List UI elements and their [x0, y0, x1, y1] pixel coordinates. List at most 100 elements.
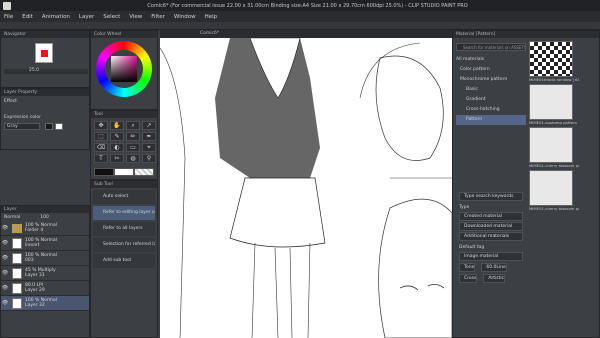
layer-name: Layer 31 — [25, 273, 45, 278]
menu-file[interactable]: File — [4, 14, 13, 20]
navigator-title: Navigator — [1, 31, 89, 38]
layer-name: Layer 32 — [25, 303, 45, 308]
eye-icon[interactable]: 👁 — [1, 270, 9, 276]
material-tree: All materials Color pattern Monochrome p… — [456, 55, 526, 125]
layer-thumbnail — [12, 282, 22, 294]
artistic-tag[interactable]: Artistic — [483, 274, 506, 283]
hand-tool-icon[interactable]: ✋ — [110, 121, 124, 130]
eye-icon[interactable]: 👁 — [1, 240, 9, 246]
eye-icon[interactable]: 👁 — [1, 300, 9, 306]
navigator-preview[interactable] — [35, 43, 53, 63]
tree-item-monochrome-pattern[interactable]: Monochrome pattern — [456, 75, 526, 85]
menu-window[interactable]: Window — [174, 14, 196, 20]
eyedropper-tool-icon[interactable]: ⌖ — [142, 143, 156, 152]
canvas-tab[interactable]: Comic6* — [160, 30, 452, 38]
operation-tool-icon[interactable]: ↗ — [142, 121, 156, 130]
tag-row: Cross Artistic — [456, 273, 526, 284]
zoom-tool-icon[interactable]: ⌕ — [126, 121, 140, 130]
command-bar — [0, 22, 600, 30]
layer-row-selected[interactable]: 👁 100 % Normal Layer 32 — [1, 296, 89, 311]
menu-edit[interactable]: Edit — [22, 14, 33, 20]
layer-row[interactable]: 👁 45 % Multiply Layer 31 — [1, 266, 89, 281]
white-swatch[interactable] — [55, 123, 63, 130]
eye-icon[interactable]: 👁 — [1, 225, 9, 231]
layer-row[interactable]: 👁 100 % Normal 003 — [1, 251, 89, 266]
transparent-swatch[interactable] — [134, 168, 154, 176]
add-subtool-button[interactable]: Add sub tool — [93, 254, 155, 268]
subtool-title: Sub Tool — [91, 181, 157, 188]
tree-item-pattern[interactable]: Pattern — [456, 115, 526, 125]
additional-materials-button[interactable]: Additional materials — [459, 232, 523, 241]
menu-layer[interactable]: Layer — [79, 14, 94, 20]
layer-property-title: Layer Property — [1, 89, 89, 96]
figure-tool-icon[interactable]: ▭ — [126, 143, 140, 152]
subtool-auto-select[interactable]: Auto select — [93, 190, 155, 204]
tree-item-all-materials[interactable]: All materials — [456, 55, 526, 65]
blend-mode-select[interactable]: Normal — [4, 215, 20, 220]
brush-tool-icon[interactable]: ✒ — [142, 132, 156, 141]
ruler-tool-icon[interactable]: ⚲ — [142, 154, 156, 163]
move-tool-icon[interactable]: ✥ — [94, 121, 108, 130]
canvas-artwork — [160, 38, 452, 338]
color-wheel-panel: Color Wheel — [90, 30, 158, 110]
line-tag[interactable]: 60.0Line — [481, 263, 507, 272]
tree-item-gradient[interactable]: Gradient — [456, 95, 526, 105]
material-thumb[interactable] — [529, 127, 573, 163]
subtool-referred-layers[interactable]: Selection for referred layers — [93, 238, 155, 252]
drawing-canvas[interactable] — [160, 38, 452, 338]
subtool-all-layers[interactable]: Refer to all layers — [93, 222, 155, 236]
frame-tool-icon[interactable]: ✂ — [110, 154, 124, 163]
sub-color-swatch[interactable] — [114, 168, 134, 176]
menu-help[interactable]: Help — [205, 14, 218, 20]
layer-thumbnail — [12, 252, 22, 264]
material-thumb[interactable] — [529, 84, 573, 120]
upper-face-outline — [375, 55, 444, 161]
view-frame — [41, 50, 48, 57]
menu-view[interactable]: View — [129, 14, 142, 20]
tone-tag[interactable]: Tone — [459, 263, 476, 272]
main-sub-color[interactable] — [94, 168, 154, 176]
saturation-value-square[interactable] — [111, 56, 137, 82]
material-thumb[interactable] — [529, 170, 573, 206]
effect-label: Effect — [4, 99, 17, 104]
menu-filter[interactable]: Filter — [151, 14, 165, 20]
material-search-input[interactable]: Search for materials on ASSETS — [456, 43, 526, 51]
main-color-swatch[interactable] — [94, 168, 114, 176]
tag-search-input[interactable]: Type search keywords — [459, 192, 523, 201]
expression-color-select[interactable]: Gray — [4, 123, 40, 130]
text-tool-icon[interactable]: T — [94, 154, 108, 163]
tree-item-basic[interactable]: Basic — [456, 85, 526, 95]
pen-tool-icon[interactable]: ✎ — [110, 132, 124, 141]
tree-item-cross-hatching[interactable]: Cross-hatching — [456, 105, 526, 115]
downloaded-material-button[interactable]: Downloaded material — [459, 222, 523, 231]
expression-color-label: Expression color — [4, 115, 41, 120]
layer-opacity[interactable]: 100 — [40, 215, 49, 220]
layer-row[interactable]: 👁 100 % Normal lineart — [1, 236, 89, 251]
layer-row[interactable]: 👁 100 % Normal Folder 4 — [1, 221, 89, 236]
subtool-panel: Sub Tool Auto select Refer to editing la… — [90, 180, 158, 338]
menu-animation[interactable]: Animation — [42, 14, 70, 20]
layer-name: 003 — [25, 258, 34, 263]
layer-row[interactable]: 👁 80.0 LPI Layer 29 — [1, 281, 89, 296]
zoom-slider[interactable] — [4, 69, 88, 74]
subtool-editing-layer-only[interactable]: Refer to editing layer only — [93, 206, 155, 220]
pencil-tool-icon[interactable]: ✏ — [126, 132, 140, 141]
eye-icon[interactable]: 👁 — [1, 255, 9, 261]
cross-tag[interactable]: Cross — [459, 274, 478, 283]
blend-tool-icon[interactable]: ◍ — [126, 154, 140, 163]
material-thumb[interactable] — [529, 41, 573, 77]
image-material-tag[interactable]: Image material — [459, 252, 523, 261]
eraser-tool-icon[interactable]: ⌫ — [94, 143, 108, 152]
layer-thumbnail — [12, 237, 22, 249]
created-material-button[interactable]: Created material — [459, 212, 523, 221]
black-swatch[interactable] — [45, 123, 53, 130]
hue-ring[interactable] — [96, 41, 152, 97]
tag-row: Tone 60.0Line — [456, 262, 526, 273]
window-title: Comic6* (For commercial issue 22.00 x 31… — [147, 2, 468, 9]
app-icon — [3, 1, 11, 10]
menu-select[interactable]: Select — [103, 14, 120, 20]
fill-tool-icon[interactable]: ◐ — [110, 143, 124, 152]
eye-icon[interactable]: 👁 — [1, 285, 9, 291]
selection-tool-icon[interactable]: ⬚ — [94, 132, 108, 141]
tree-item-color-pattern[interactable]: Color pattern — [456, 65, 526, 75]
